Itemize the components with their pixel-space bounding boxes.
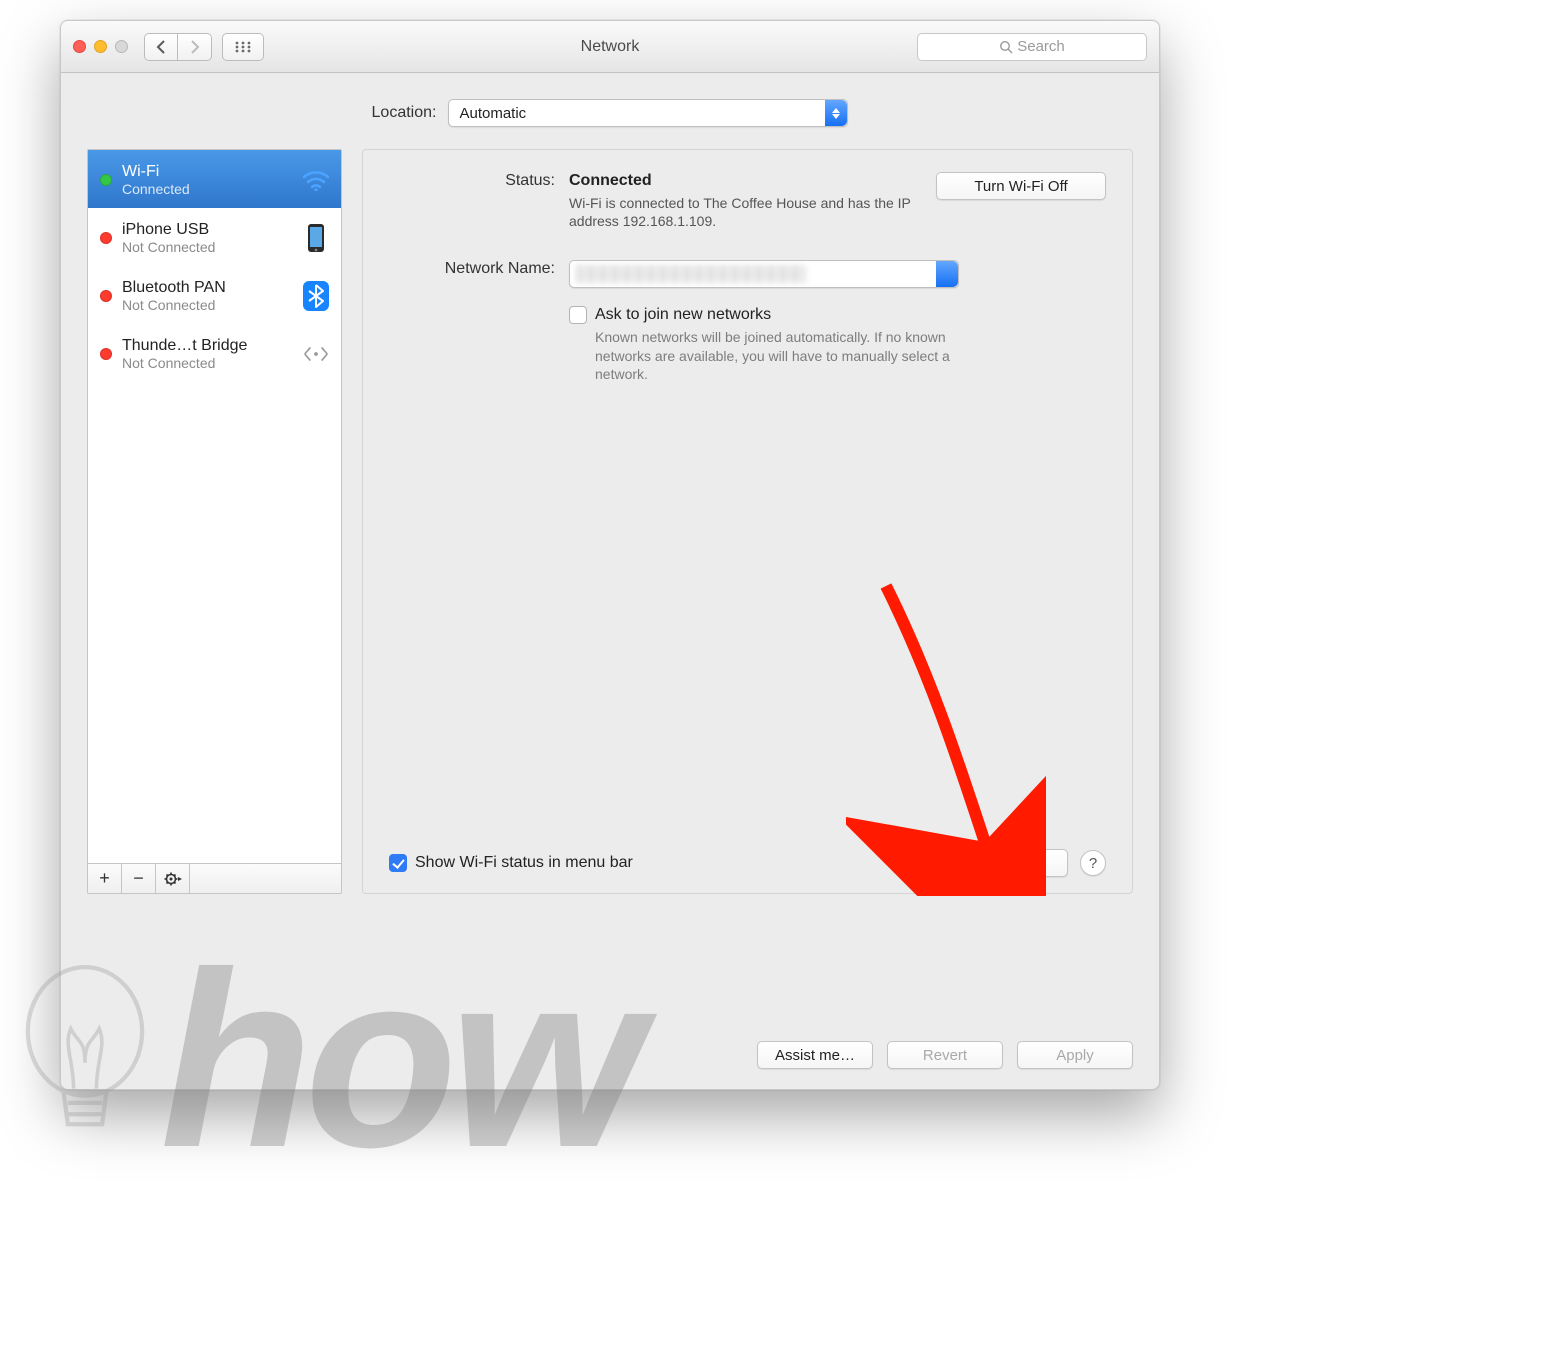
ask-join-checkbox[interactable] — [569, 306, 587, 324]
sidebar-item-text: Bluetooth PAN Not Connected — [122, 279, 291, 313]
close-icon[interactable] — [73, 40, 86, 53]
panel-footer: Show Wi-Fi status in menu bar Advanced… … — [389, 849, 1106, 877]
traffic-lights — [73, 40, 128, 53]
sidebar-item-status: Not Connected — [122, 297, 291, 313]
chevron-updown-icon — [825, 100, 847, 126]
bluetooth-icon — [301, 281, 331, 311]
interfaces-sidebar: Wi-Fi Connected iPhone USB Not Connected — [87, 149, 342, 894]
show-menubar-label: Show Wi-Fi status in menu bar — [415, 854, 633, 872]
network-preferences-window: Network Search Location: Automatic Wi-Fi… — [60, 20, 1160, 1090]
zoom-icon — [115, 40, 128, 53]
status-detail: Wi-Fi is connected to The Coffee House a… — [569, 194, 939, 230]
assist-me-label: Assist me… — [775, 1047, 855, 1064]
network-name-row: Network Name: — [389, 260, 1106, 288]
search-icon — [999, 40, 1013, 54]
help-button[interactable]: ? — [1080, 850, 1106, 876]
redacted-network-name — [576, 265, 806, 283]
status-dot-icon — [100, 348, 112, 360]
sidebar-item-text: Wi-Fi Connected — [122, 163, 291, 197]
interfaces-list: Wi-Fi Connected iPhone USB Not Connected — [88, 150, 341, 863]
ask-join-label: Ask to join new networks — [595, 306, 771, 324]
sidebar-footer: + − — [88, 863, 341, 893]
action-menu-button[interactable] — [156, 864, 190, 893]
sidebar-item-name: Bluetooth PAN — [122, 279, 291, 297]
window-footer: Assist me… Revert Apply — [757, 1041, 1133, 1069]
sidebar-item-thunderbolt-bridge[interactable]: Thunde…t Bridge Not Connected — [88, 324, 341, 382]
sidebar-item-status: Connected — [122, 181, 291, 197]
nav-buttons — [144, 33, 212, 61]
show-all-button[interactable] — [222, 33, 264, 61]
titlebar: Network Search — [61, 21, 1159, 73]
network-name-dropdown[interactable] — [569, 260, 959, 288]
ask-join-detail: Known networks will be joined automatica… — [595, 328, 965, 383]
status-label: Status: — [389, 172, 569, 190]
status-dot-icon — [100, 232, 112, 244]
search-field[interactable]: Search — [917, 33, 1147, 61]
location-row: Location: Automatic — [61, 73, 1159, 149]
network-name-label: Network Name: — [389, 260, 569, 278]
revert-label: Revert — [923, 1047, 967, 1064]
show-menubar-checkbox[interactable] — [389, 854, 407, 872]
revert-button: Revert — [887, 1041, 1003, 1069]
turn-wifi-off-label: Turn Wi-Fi Off — [974, 178, 1067, 195]
thunderbolt-icon — [301, 343, 331, 365]
body: Wi-Fi Connected iPhone USB Not Connected — [61, 149, 1159, 894]
location-label: Location: — [372, 104, 437, 122]
advanced-button[interactable]: Advanced… — [928, 849, 1068, 877]
apply-button: Apply — [1017, 1041, 1133, 1069]
sidebar-item-status: Not Connected — [122, 355, 291, 371]
sidebar-item-status: Not Connected — [122, 239, 291, 255]
apply-label: Apply — [1056, 1047, 1094, 1064]
location-dropdown[interactable]: Automatic — [448, 99, 848, 127]
sidebar-item-text: Thunde…t Bridge Not Connected — [122, 337, 291, 371]
sidebar-item-wifi[interactable]: Wi-Fi Connected — [88, 150, 341, 208]
network-name-value — [569, 260, 1106, 288]
search-placeholder: Search — [1017, 38, 1065, 55]
ask-join-row: Ask to join new networks Known networks … — [389, 306, 1106, 383]
show-menubar-row[interactable]: Show Wi-Fi status in menu bar — [389, 854, 633, 872]
forward-button — [178, 33, 212, 61]
details-panel: Turn Wi-Fi Off Status: Connected Wi-Fi i… — [362, 149, 1133, 894]
back-button[interactable] — [144, 33, 178, 61]
gear-icon — [163, 872, 183, 886]
ask-join-checkbox-row[interactable]: Ask to join new networks — [569, 306, 1106, 324]
status-dot-icon — [100, 290, 112, 302]
remove-interface-button[interactable]: − — [122, 864, 156, 893]
minimize-icon[interactable] — [94, 40, 107, 53]
status-dot-icon — [100, 174, 112, 186]
sidebar-item-name: Thunde…t Bridge — [122, 337, 291, 355]
add-interface-button[interactable]: + — [88, 864, 122, 893]
iphone-icon — [301, 223, 331, 253]
sidebar-item-name: Wi-Fi — [122, 163, 291, 181]
sidebar-item-name: iPhone USB — [122, 221, 291, 239]
sidebar-item-iphone-usb[interactable]: iPhone USB Not Connected — [88, 208, 341, 266]
sidebar-item-text: iPhone USB Not Connected — [122, 221, 291, 255]
location-value: Automatic — [459, 105, 526, 122]
assist-me-button[interactable]: Assist me… — [757, 1041, 873, 1069]
turn-wifi-off-button[interactable]: Turn Wi-Fi Off — [936, 172, 1106, 200]
advanced-label: Advanced… — [957, 855, 1039, 872]
wifi-icon — [301, 169, 331, 191]
sidebar-item-bluetooth-pan[interactable]: Bluetooth PAN Not Connected — [88, 266, 341, 324]
chevron-updown-icon — [936, 261, 958, 287]
